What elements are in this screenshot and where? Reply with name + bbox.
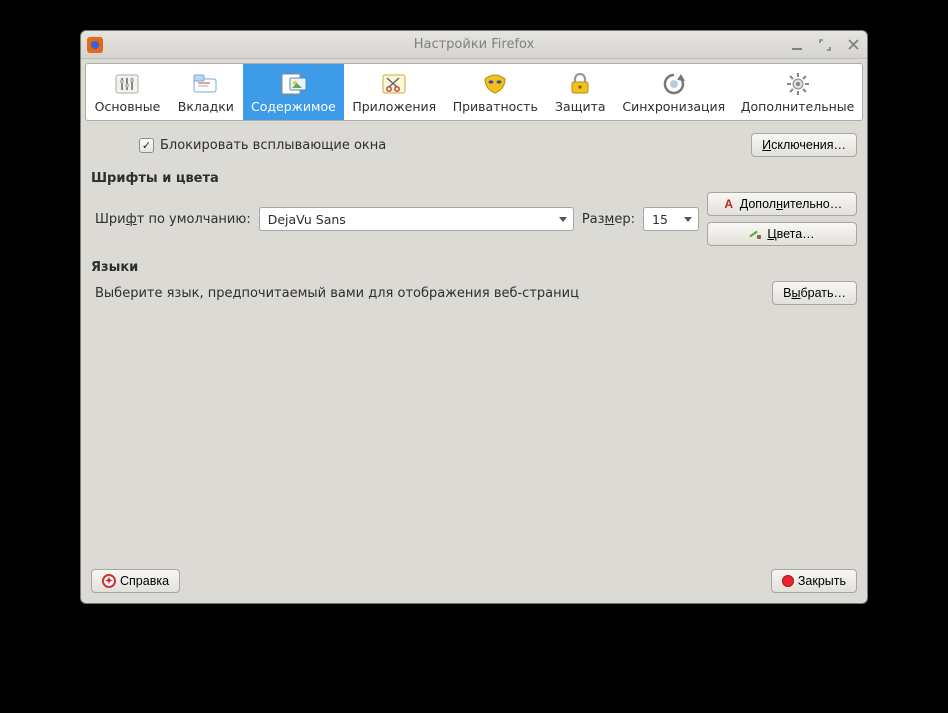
dialog-footer: ✦ Справка Закрыть bbox=[91, 559, 857, 593]
minimize-icon bbox=[791, 39, 803, 51]
fonts-advanced-button[interactable]: A Дополнительно… bbox=[707, 192, 857, 216]
sliders-icon bbox=[113, 71, 141, 97]
colors-label: Цвета… bbox=[767, 227, 814, 241]
tab-privacy-label: Приватность bbox=[453, 99, 538, 114]
scissors-icon bbox=[380, 71, 408, 97]
default-font-select[interactable]: DejaVu Sans bbox=[259, 207, 574, 231]
font-size-value: 15 bbox=[652, 212, 668, 227]
close-label: Закрыть bbox=[798, 574, 846, 588]
tab-content-label: Содержимое bbox=[251, 99, 336, 114]
languages-description: Выберите язык, предпочитаемый вами для о… bbox=[95, 286, 579, 301]
gear-icon bbox=[784, 71, 812, 97]
exceptions-label: Исключения… bbox=[762, 138, 846, 152]
category-toolbar: Основные Вкладки Содержимое Приложения bbox=[85, 63, 863, 121]
font-size-select[interactable]: 15 bbox=[643, 207, 699, 231]
close-icon bbox=[848, 39, 859, 50]
content-icon bbox=[279, 71, 307, 97]
fonts-buttons-column: A Дополнительно… Цвета… bbox=[707, 192, 857, 246]
lock-icon bbox=[566, 71, 594, 97]
maximize-button[interactable] bbox=[817, 37, 833, 53]
close-dialog-icon bbox=[782, 575, 794, 587]
font-icon: A bbox=[722, 197, 736, 211]
tab-content[interactable]: Содержимое bbox=[243, 64, 344, 120]
block-popups-checkbox[interactable]: ✓ bbox=[139, 138, 154, 153]
colors-button[interactable]: Цвета… bbox=[707, 222, 857, 246]
help-button[interactable]: ✦ Справка bbox=[91, 569, 180, 593]
tabs-icon bbox=[192, 71, 220, 97]
tab-tabs[interactable]: Вкладки bbox=[169, 64, 243, 120]
choose-language-label: Выбрать… bbox=[783, 286, 846, 300]
tab-security-label: Защита bbox=[555, 99, 606, 114]
tab-sync[interactable]: Синхронизация bbox=[615, 64, 734, 120]
languages-section-title: Языки bbox=[91, 260, 857, 275]
tab-applications-label: Приложения bbox=[352, 99, 436, 114]
help-icon: ✦ bbox=[102, 574, 116, 588]
tab-privacy[interactable]: Приватность bbox=[444, 64, 546, 120]
block-popups-label: Блокировать всплывающие окна bbox=[160, 138, 386, 153]
minimize-button[interactable] bbox=[789, 37, 805, 53]
exceptions-button[interactable]: Исключения… bbox=[751, 133, 857, 157]
brush-icon bbox=[749, 227, 763, 241]
tab-advanced-label: Дополнительные bbox=[741, 99, 855, 114]
fonts-row: Шрифт по умолчанию: DejaVu Sans Размер: … bbox=[95, 192, 857, 246]
tab-security[interactable]: Защита bbox=[546, 64, 614, 120]
close-button[interactable]: Закрыть bbox=[771, 569, 857, 593]
preferences-window: Настройки Firefox Основные bbox=[80, 30, 868, 604]
content-pane: ✓ Блокировать всплывающие окна Исключени… bbox=[81, 121, 867, 603]
tab-advanced[interactable]: Дополнительные bbox=[733, 64, 862, 120]
default-font-value: DejaVu Sans bbox=[268, 212, 346, 227]
tab-sync-label: Синхронизация bbox=[622, 99, 725, 114]
help-label: Справка bbox=[120, 574, 169, 588]
fonts-advanced-label: Дополнительно… bbox=[740, 197, 842, 211]
firefox-app-icon bbox=[87, 37, 103, 53]
choose-language-button[interactable]: Выбрать… bbox=[772, 281, 857, 305]
font-size-label: Размер: bbox=[582, 212, 635, 227]
mask-icon bbox=[481, 71, 509, 97]
tab-applications[interactable]: Приложения bbox=[344, 64, 444, 120]
toolbar-container: Основные Вкладки Содержимое Приложения bbox=[81, 59, 867, 121]
titlebar[interactable]: Настройки Firefox bbox=[81, 31, 867, 59]
close-window-button[interactable] bbox=[845, 37, 861, 53]
languages-row: Выберите язык, предпочитаемый вами для о… bbox=[95, 281, 857, 305]
tab-general[interactable]: Основные bbox=[86, 64, 169, 120]
popup-row: ✓ Блокировать всплывающие окна Исключени… bbox=[91, 133, 857, 157]
sync-icon bbox=[660, 71, 688, 97]
window-controls bbox=[789, 37, 861, 53]
default-font-label: Шрифт по умолчанию: bbox=[95, 212, 251, 227]
tab-tabs-label: Вкладки bbox=[178, 99, 234, 114]
fonts-section-title: Шрифты и цвета bbox=[91, 171, 857, 186]
window-title: Настройки Firefox bbox=[81, 37, 867, 52]
maximize-icon bbox=[819, 39, 831, 51]
tab-general-label: Основные bbox=[95, 99, 161, 114]
